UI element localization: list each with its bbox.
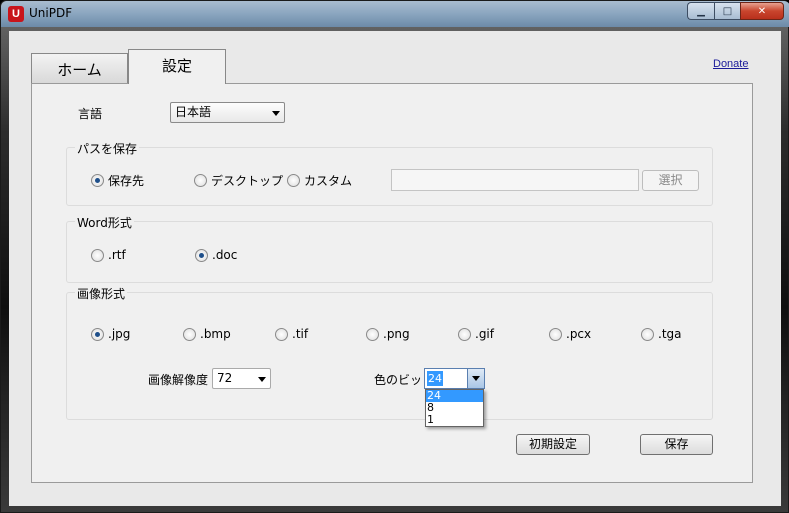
- color-bits-value: 24: [427, 371, 443, 386]
- dropdown-option[interactable]: 24: [426, 390, 483, 402]
- window-title: UniPDF: [29, 6, 73, 20]
- radio-label: .rtf: [108, 248, 126, 262]
- chevron-down-icon[interactable]: [467, 369, 484, 388]
- radio-label: .png: [383, 327, 410, 341]
- word-format-title: Word形式: [75, 214, 134, 231]
- tab-settings[interactable]: 設定: [128, 49, 226, 84]
- resolution-select[interactable]: 72: [212, 368, 271, 389]
- radio-label: .tif: [292, 327, 309, 341]
- app-window: U UniPDF ▁ □ ✕ ホーム 設定 Donate 言語 日本語 パスを保…: [0, 0, 789, 513]
- radio-unselected-icon: [458, 327, 471, 341]
- dropdown-option[interactable]: 1: [426, 414, 483, 426]
- maximize-icon: □: [722, 5, 733, 17]
- browse-button[interactable]: 選択: [642, 170, 699, 191]
- word-format-group: Word形式 .rtf .doc: [66, 214, 713, 283]
- title-bar[interactable]: U UniPDF ▁ □ ✕: [1, 1, 789, 27]
- unipdf-logo-icon: U: [8, 6, 24, 22]
- radio-doc[interactable]: .doc: [195, 248, 237, 262]
- radio-unselected-icon: [287, 174, 300, 187]
- radio-label: デスクトップ: [211, 174, 284, 188]
- client-area: ホーム 設定 Donate 言語 日本語 パスを保存 保存先 デスクトップ カス…: [9, 31, 781, 506]
- minimize-button[interactable]: ▁: [687, 2, 714, 20]
- radio-selected-icon: [195, 248, 208, 262]
- color-bits-select[interactable]: 24: [424, 368, 485, 389]
- close-icon: ✕: [757, 5, 767, 17]
- image-format-title: 画像形式: [75, 285, 128, 302]
- radio-unselected-icon: [194, 174, 207, 187]
- radio-tga[interactable]: .tga: [641, 327, 682, 341]
- reset-defaults-button[interactable]: 初期設定: [516, 434, 590, 455]
- dropdown-option[interactable]: 8: [426, 402, 483, 414]
- radio-jpg[interactable]: .jpg: [91, 327, 130, 341]
- color-bits-dropdown-list: 24 8 1: [425, 389, 484, 427]
- radio-label: .pcx: [566, 327, 592, 341]
- radio-bmp[interactable]: .bmp: [183, 327, 231, 341]
- radio-png[interactable]: .png: [366, 327, 410, 341]
- radio-save-location[interactable]: 保存先: [91, 172, 144, 189]
- custom-path-input[interactable]: [391, 169, 639, 191]
- save-button[interactable]: 保存: [640, 434, 713, 455]
- resolution-value: 72: [217, 371, 233, 385]
- radio-label: カスタム: [304, 174, 353, 188]
- image-format-group: 画像形式 .jpg .bmp .tif .png .gif .pcx .tga …: [66, 285, 713, 420]
- save-path-group: パスを保存 保存先 デスクトップ カスタム 選択: [66, 140, 713, 206]
- radio-label: .tga: [658, 327, 682, 341]
- radio-custom[interactable]: カスタム: [287, 172, 352, 189]
- radio-pcx[interactable]: .pcx: [549, 327, 591, 341]
- radio-label: 保存先: [108, 174, 145, 188]
- donate-link[interactable]: Donate: [713, 58, 748, 70]
- radio-gif[interactable]: .gif: [458, 327, 494, 341]
- radio-selected-icon: [91, 174, 104, 187]
- minimize-icon: ▁: [697, 5, 705, 17]
- radio-selected-icon: [91, 327, 104, 341]
- resolution-label: 画像解像度: [148, 373, 209, 387]
- radio-unselected-icon: [91, 248, 104, 262]
- language-label: 言語: [78, 107, 103, 121]
- radio-unselected-icon: [549, 327, 562, 341]
- settings-panel: 言語 日本語 パスを保存 保存先 デスクトップ カスタム 選択 Word形式 .…: [31, 83, 753, 483]
- chevron-down-icon: [258, 377, 266, 382]
- chevron-down-icon: [272, 111, 280, 116]
- radio-unselected-icon: [275, 327, 288, 341]
- radio-tif[interactable]: .tif: [275, 327, 308, 341]
- radio-label: .bmp: [200, 327, 231, 341]
- close-button[interactable]: ✕: [740, 2, 784, 20]
- radio-desktop[interactable]: デスクトップ: [194, 172, 283, 189]
- save-path-title: パスを保存: [75, 140, 140, 157]
- radio-label: .jpg: [108, 327, 131, 341]
- radio-rtf[interactable]: .rtf: [91, 248, 126, 262]
- radio-unselected-icon: [641, 327, 654, 341]
- tab-home[interactable]: ホーム: [31, 53, 128, 87]
- language-select-value: 日本語: [175, 105, 212, 119]
- window-controls: ▁ □ ✕: [687, 2, 784, 21]
- radio-unselected-icon: [366, 327, 379, 341]
- radio-unselected-icon: [183, 327, 196, 341]
- language-select[interactable]: 日本語: [170, 102, 285, 123]
- radio-label: .doc: [212, 248, 238, 262]
- maximize-button[interactable]: □: [714, 2, 740, 20]
- radio-label: .gif: [475, 327, 494, 341]
